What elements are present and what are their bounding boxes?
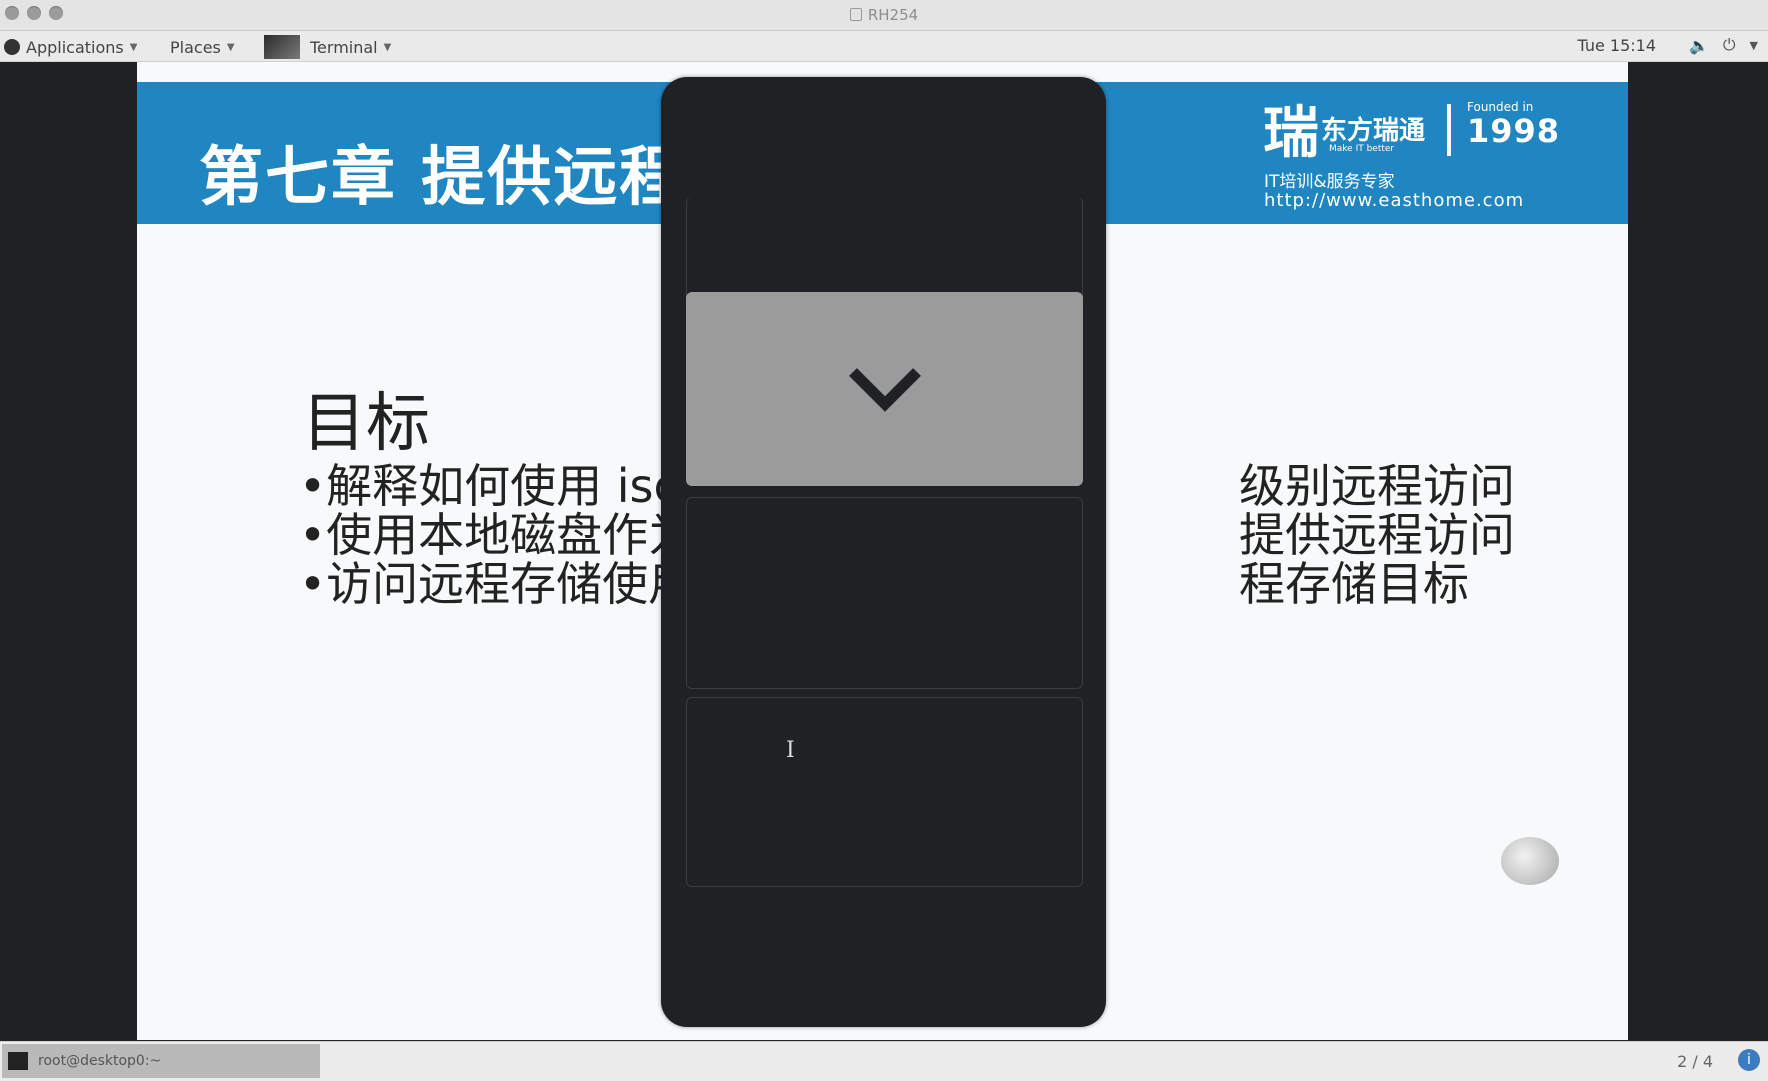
terminal-icon — [264, 35, 300, 59]
company-url: http://www.easthome.com — [1264, 190, 1525, 211]
top-panel: Applications ▼ Places ▼ Terminal ▼ Tue 1… — [0, 31, 1768, 62]
places-menu[interactable]: Places ▼ — [170, 36, 235, 58]
window-titlebar: RH254 — [0, 0, 1768, 31]
overlay-slot-selected[interactable] — [686, 292, 1083, 486]
chapter-title: 第七章 提供远程 — [199, 141, 686, 215]
terminal-icon — [8, 1052, 28, 1070]
text-cursor-icon: I — [786, 738, 795, 763]
window-title: RH254 — [0, 6, 1768, 24]
applications-label: Applications — [26, 37, 124, 57]
applications-icon — [4, 39, 20, 55]
overlay-panel: I — [661, 77, 1106, 1027]
chevron-down-icon — [848, 368, 921, 412]
company-tagline: Make IT better — [1329, 144, 1395, 154]
chevron-down-icon: ▼ — [129, 41, 138, 53]
clock-icon — [1501, 837, 1559, 885]
terminal-label: Terminal — [310, 37, 378, 57]
overlay-slot-4[interactable]: I — [686, 697, 1083, 887]
power-icon[interactable]: ⏻ — [1723, 35, 1736, 55]
volume-icon[interactable]: 🔈 — [1689, 36, 1709, 55]
task-label: root@desktop0:~ — [38, 1053, 162, 1069]
clock[interactable]: Tue 15:14 — [1577, 36, 1656, 55]
help-icon[interactable]: i — [1738, 1049, 1760, 1071]
logo-divider — [1447, 104, 1451, 156]
chevron-down-icon: ▼ — [383, 41, 392, 53]
bullet-3-left: •访问远程存储使用 — [299, 557, 695, 611]
company-slogan: IT培训&服务专家 — [1264, 172, 1395, 192]
taskbar-terminal-item[interactable]: root@desktop0:~ — [2, 1044, 320, 1078]
system-tray[interactable]: 🔈 ⏻ ▼ — [1689, 35, 1758, 55]
places-label: Places — [170, 37, 221, 57]
founded-year: 1998 — [1467, 112, 1561, 150]
company-name: 东方瑞通 — [1321, 116, 1426, 146]
workspace-pager[interactable]: 2 / 4 — [1677, 1052, 1713, 1071]
chevron-down-icon[interactable]: ▼ — [1750, 39, 1758, 52]
applications-menu[interactable]: Applications ▼ — [4, 36, 137, 58]
bullet-3-right: 程存储目标 — [1239, 557, 1469, 611]
bottom-taskbar: root@desktop0:~ 2 / 4 i — [0, 1041, 1768, 1081]
chevron-down-icon: ▼ — [226, 41, 235, 53]
lock-icon — [849, 8, 862, 21]
window-title-text: RH254 — [867, 6, 919, 24]
terminal-menu[interactable]: Terminal ▼ — [264, 35, 392, 59]
overlay-slot-3[interactable] — [686, 497, 1083, 689]
company-logo-icon: 瑞 — [1263, 100, 1319, 166]
